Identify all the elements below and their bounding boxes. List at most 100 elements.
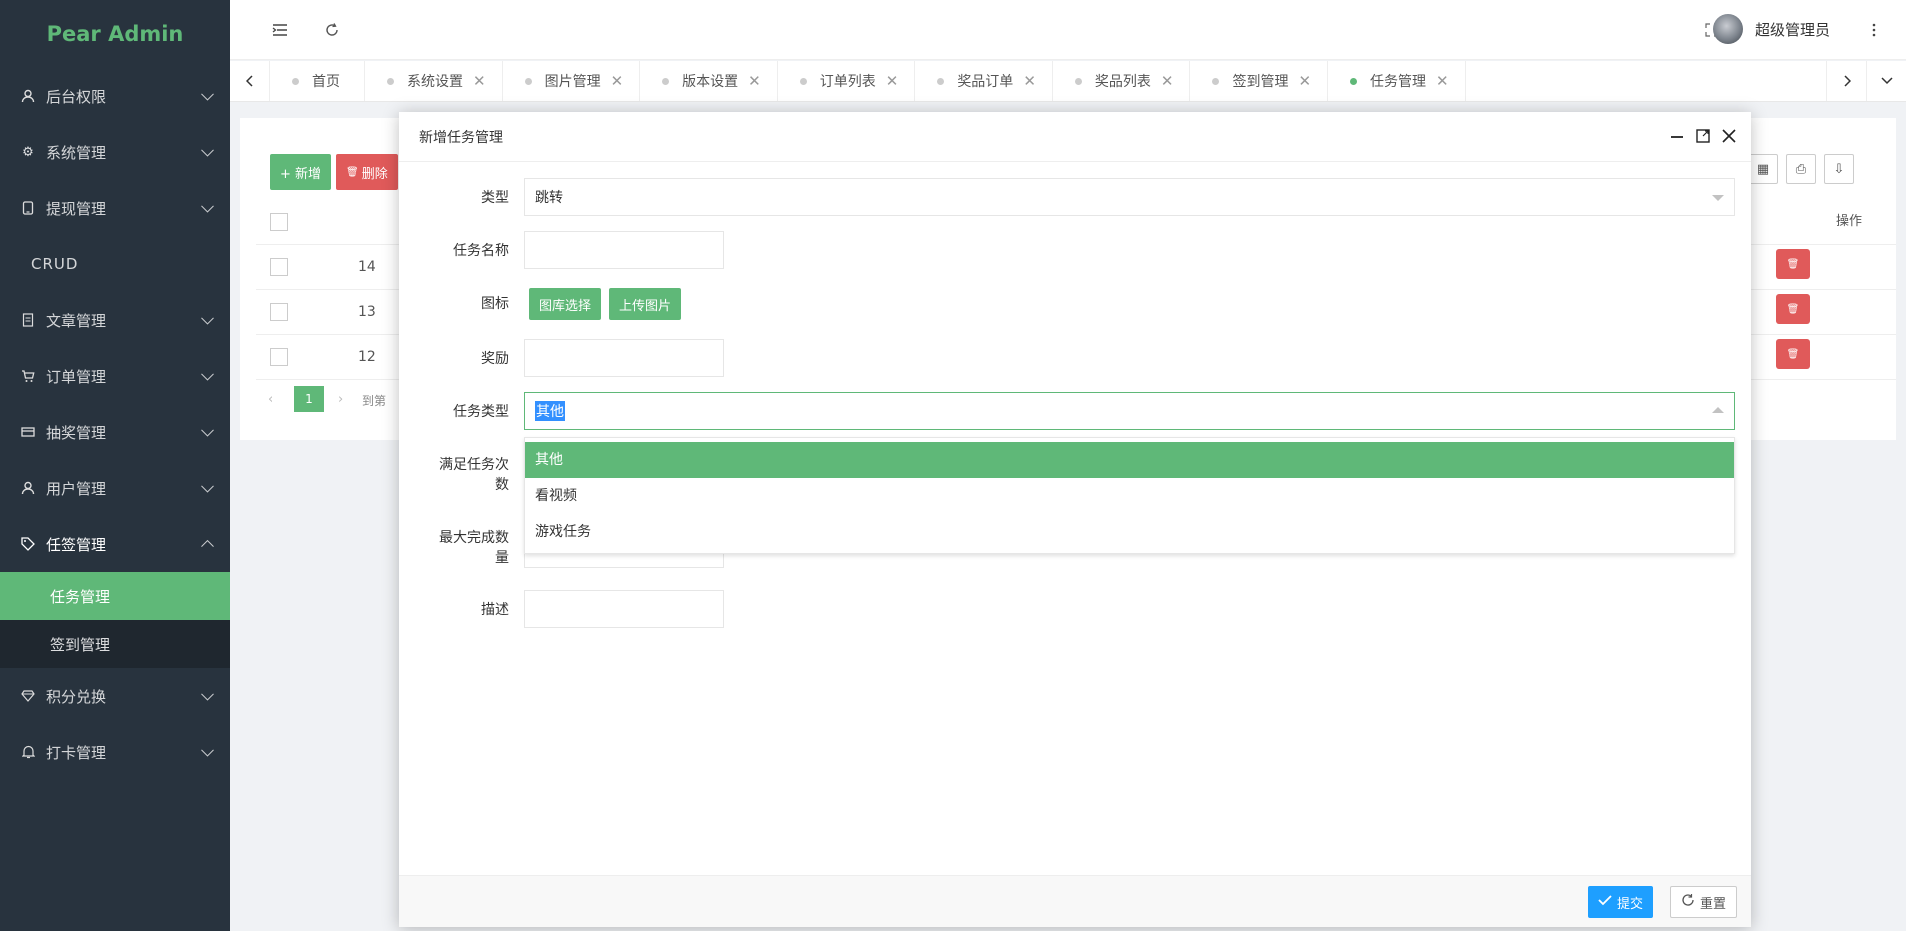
close-icon[interactable]: ✕ <box>748 72 761 90</box>
tab-prize-orders[interactable]: 奖品订单 ✕ <box>915 61 1053 101</box>
chevron-down-icon <box>201 479 214 493</box>
tab-label: 奖品订单 <box>957 74 1014 90</box>
reward-input[interactable] <box>524 339 724 377</box>
row-checkbox[interactable] <box>270 348 288 366</box>
sidebar-item-system[interactable]: ⚙ 系统管理 <box>0 124 230 180</box>
close-icon[interactable]: ✕ <box>1023 72 1036 90</box>
modal-header: 新增任务管理 <box>399 112 1751 162</box>
dropdown-option-watch-video[interactable]: 看视频 <box>525 478 1734 514</box>
export-icon[interactable]: ⇩ <box>1824 154 1854 184</box>
refresh-icon[interactable] <box>320 18 344 42</box>
sidebar-item-tasks[interactable]: 任签管理 <box>0 516 230 572</box>
close-icon[interactable]: ✕ <box>1298 72 1311 90</box>
sidebar-item-users[interactable]: 用户管理 <box>0 460 230 516</box>
tab-dot <box>1350 77 1358 85</box>
reward-label: 奖励 <box>481 351 509 367</box>
prev-page-icon[interactable]: ‹ <box>268 392 273 407</box>
tab-menu-chevron-down-icon[interactable] <box>1866 61 1906 101</box>
delete-button[interactable]: 🗑 删除 <box>336 154 398 190</box>
task-name-input[interactable] <box>524 231 724 269</box>
select-all-checkbox[interactable] <box>270 213 288 231</box>
close-icon[interactable]: ✕ <box>1161 72 1174 90</box>
sidebar-item-permissions[interactable]: 后台权限 <box>0 68 230 124</box>
phone-icon <box>20 200 36 216</box>
tab-sign-in-management[interactable]: 签到管理 ✕ <box>1190 61 1329 101</box>
max-completions-label: 最大完成数 量 <box>399 528 509 568</box>
maximize-icon[interactable] <box>1693 126 1713 146</box>
sidebar-item-checkin[interactable]: 打卡管理 <box>0 724 230 780</box>
dropdown-option-game-task[interactable]: 游戏任务 <box>525 514 1734 550</box>
columns-icon[interactable]: ▦ <box>1748 154 1778 184</box>
row-id: 14 <box>358 259 376 275</box>
row-checkbox[interactable] <box>270 303 288 321</box>
minimize-icon[interactable] <box>1667 126 1687 146</box>
task-type-select[interactable]: 其他 <box>524 392 1735 430</box>
tab-system-settings[interactable]: 系统设置 ✕ <box>365 61 503 101</box>
more-vertical-icon[interactable] <box>1862 18 1886 42</box>
tab-scroll-right-icon[interactable] <box>1826 61 1866 101</box>
sidebar-item-crud[interactable]: CRUD <box>0 236 230 292</box>
submit-label: 提交 <box>1616 896 1643 912</box>
caret-up-icon <box>1712 407 1724 413</box>
sidebar-item-lottery[interactable]: 抽奖管理 <box>0 404 230 460</box>
type-label: 类型 <box>481 190 509 206</box>
row-delete-button[interactable]: 🗑 <box>1776 249 1810 279</box>
tab-version-settings[interactable]: 版本设置 ✕ <box>640 61 778 101</box>
close-icon[interactable]: ✕ <box>473 72 486 90</box>
tag-icon <box>20 536 36 552</box>
row-delete-button[interactable]: 🗑 <box>1776 339 1810 369</box>
user-menu[interactable]: 超级管理员 <box>1712 14 1830 44</box>
gallery-select-button[interactable]: 图库选择 <box>529 288 602 320</box>
dropdown-option-other[interactable]: 其他 <box>525 442 1734 478</box>
add-button[interactable]: + 新增 <box>270 154 332 190</box>
reset-button[interactable]: 重置 <box>1669 886 1737 918</box>
tab-dot <box>1074 77 1082 85</box>
sidebar-item-label: 系统管理 <box>46 143 107 162</box>
tab-label: 图片管理 <box>544 74 601 90</box>
tab-dot <box>937 77 945 85</box>
sidebar-subitem-sign-in[interactable]: 签到管理 <box>0 620 230 668</box>
close-icon[interactable]: ✕ <box>611 72 624 90</box>
row-delete-button[interactable]: 🗑 <box>1776 294 1810 324</box>
close-icon[interactable]: ✕ <box>886 72 899 90</box>
modal-title: 新增任务管理 <box>419 129 503 146</box>
sidebar-item-label: 抽奖管理 <box>46 423 107 442</box>
type-select[interactable]: 跳转 <box>524 178 1735 216</box>
delete-label: 删除 <box>361 166 388 182</box>
print-icon[interactable]: ⎙ <box>1786 154 1816 184</box>
sidebar-item-orders[interactable]: 订单管理 <box>0 348 230 404</box>
diamond-icon <box>20 688 36 704</box>
sidebar-item-points[interactable]: 积分兑换 <box>0 668 230 724</box>
close-icon[interactable]: ✕ <box>1436 72 1449 90</box>
goto-label: 到第 <box>362 394 387 408</box>
tab-dot <box>292 77 299 85</box>
tab-image-management[interactable]: 图片管理 ✕ <box>503 61 641 101</box>
sidebar-item-label: 打卡管理 <box>46 743 107 762</box>
row-checkbox[interactable] <box>270 258 288 276</box>
submit-button[interactable]: 提交 <box>1587 886 1653 918</box>
task-name-label: 任务名称 <box>453 243 509 259</box>
upload-image-button[interactable]: 上传图片 <box>609 288 682 320</box>
user-icon <box>20 88 36 104</box>
description-input[interactable] <box>524 590 724 628</box>
tab-task-management[interactable]: 任务管理 ✕ <box>1328 61 1466 101</box>
close-icon[interactable] <box>1719 126 1739 146</box>
collapse-menu-icon[interactable] <box>268 18 292 42</box>
tab-home[interactable]: 首页 <box>270 61 365 101</box>
tab-label: 版本设置 <box>682 74 739 90</box>
modal-footer: 提交 重置 <box>399 875 1751 927</box>
page-current[interactable]: 1 <box>294 386 324 412</box>
tab-order-list[interactable]: 订单列表 ✕ <box>778 61 916 101</box>
tab-scroll-left-icon[interactable] <box>230 61 270 101</box>
next-page-icon[interactable]: › <box>338 392 343 407</box>
sidebar-subitem-task-management[interactable]: 任务管理 <box>0 572 230 620</box>
chevron-down-icon <box>201 143 214 157</box>
logo[interactable]: Pear Admin <box>0 0 230 68</box>
username: 超级管理员 <box>1754 20 1830 39</box>
required-times-label: 满足任务次 数 <box>399 455 509 495</box>
sidebar-item-withdraw[interactable]: 提现管理 <box>0 180 230 236</box>
tab-prize-list[interactable]: 奖品列表 ✕ <box>1053 61 1191 101</box>
sidebar-item-articles[interactable]: 文章管理 <box>0 292 230 348</box>
tab-label: 任务管理 <box>1370 74 1427 90</box>
tab-dot <box>662 77 670 85</box>
